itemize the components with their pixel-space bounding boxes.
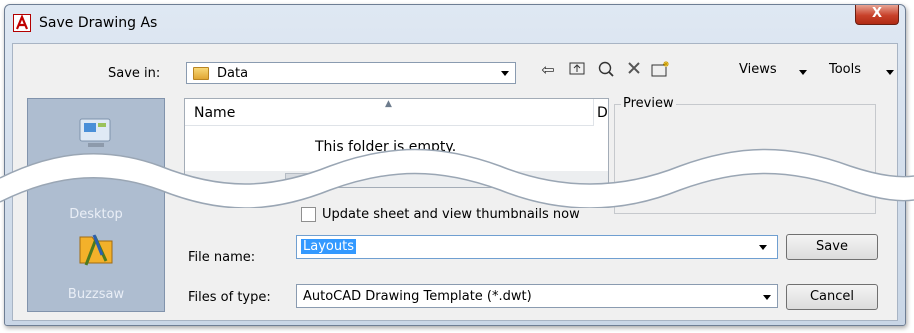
- column-header-name[interactable]: ▲ Name: [185, 99, 594, 126]
- up-folder-icon[interactable]: [567, 60, 587, 80]
- files-of-type-value: AutoCAD Drawing Template (*.dwt): [303, 289, 532, 304]
- column-header-date[interactable]: D: [597, 105, 608, 121]
- files-of-type-label: Files of type:: [188, 290, 271, 305]
- files-of-type-dropdown[interactable]: AutoCAD Drawing Template (*.dwt): [296, 284, 778, 308]
- tools-menu[interactable]: Tools: [829, 62, 861, 77]
- new-folder-icon[interactable]: [651, 60, 671, 80]
- search-web-icon[interactable]: [596, 60, 616, 80]
- folder-icon: [193, 67, 209, 80]
- views-menu[interactable]: Views: [739, 62, 777, 77]
- delete-icon[interactable]: [624, 60, 644, 80]
- close-button[interactable]: X: [855, 5, 899, 25]
- autocad-logo-icon: [13, 14, 31, 32]
- torn-edge-divider: [0, 148, 914, 208]
- place-buzzsaw[interactable]: Buzzsaw: [28, 225, 164, 302]
- window-title: Save Drawing As: [39, 15, 158, 31]
- file-name-dropdown-icon[interactable]: [759, 245, 767, 250]
- file-name-value[interactable]: Layouts: [301, 239, 356, 254]
- file-name-label: File name:: [188, 250, 256, 265]
- cancel-button[interactable]: Cancel: [786, 284, 878, 310]
- update-thumbnails-checkbox[interactable]: [301, 207, 316, 222]
- update-thumbnails-label: Update sheet and view thumbnails now: [322, 207, 580, 222]
- tools-dropdown-icon[interactable]: [886, 70, 894, 75]
- save-in-label: Save in:: [108, 66, 161, 81]
- place-desktop-label: Desktop: [69, 207, 123, 222]
- chevron-down-icon[interactable]: [763, 295, 771, 300]
- file-name-input[interactable]: Layouts: [296, 235, 778, 259]
- save-in-dropdown[interactable]: Data: [186, 62, 516, 84]
- place-buzzsaw-label: Buzzsaw: [67, 287, 125, 302]
- save-button[interactable]: Save: [786, 234, 878, 260]
- back-icon[interactable]: ⇦: [538, 60, 558, 80]
- preview-label: Preview: [621, 96, 676, 111]
- chevron-down-icon[interactable]: [501, 71, 509, 76]
- buzzsaw-folder-icon: [79, 234, 113, 266]
- views-dropdown-icon[interactable]: [799, 70, 807, 75]
- sort-up-icon: ▲: [385, 99, 392, 109]
- save-in-value: Data: [217, 66, 249, 81]
- title-bar[interactable]: Save Drawing As X: [5, 5, 905, 43]
